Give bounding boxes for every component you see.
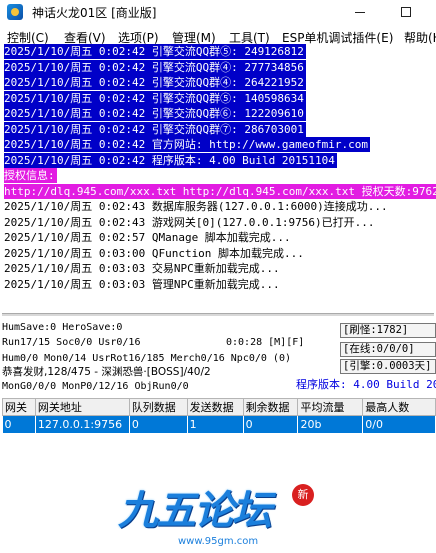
log-line: http://dlq.945.com/xxx.txt http://dlq.94… bbox=[4, 183, 436, 199]
watermark-logo-text: 九五论坛 bbox=[118, 488, 272, 534]
log-line: 2025/1/10/周五 0:03:03 管理NPC重新加载完成... bbox=[4, 277, 280, 291]
watermark-seal: 新 bbox=[292, 484, 314, 506]
refresh-count-box: [刷怪:1782] bbox=[340, 323, 436, 338]
status-mon: MonG0/0/0 MonP0/12/16 ObjRun0/0 bbox=[2, 381, 189, 392]
status-save: HumSave:0 HeroSave:0 bbox=[2, 322, 123, 333]
log-line: 2025/1/10/周五 0:02:42 引擎交流QQ群⑦: 286703001 bbox=[4, 121, 306, 137]
log-line: 2025/1/10/周五 0:02:42 引擎交流QQ群⑥: 122209610 bbox=[4, 106, 306, 121]
col-address[interactable]: 网关地址 bbox=[34, 398, 130, 416]
log-line: 2025/1/10/周五 0:02:42 引擎交流QQ群⑤: 249126812 bbox=[4, 44, 306, 59]
menu-bar: 控制(C) 查看(V) 选项(P) 管理(M) 工具(T) ESP单机调试插件(… bbox=[0, 26, 436, 46]
minimize-icon bbox=[355, 11, 365, 13]
log-line: 2025/1/10/周五 0:03:03 交易NPC重新加载完成... bbox=[4, 262, 280, 275]
cell-queue: 0 bbox=[129, 415, 188, 433]
log-panel[interactable]: 2025/1/10/周五 0:02:42 引擎交流QQ群⑤: 249126812… bbox=[2, 44, 436, 316]
watermark-url: www.95gm.com bbox=[178, 536, 259, 547]
title-bar[interactable]: 神话火龙01区 [商业版] bbox=[0, 0, 436, 24]
log-line: 2025/1/10/周五 0:02:43 数据库服务器(127.0.0.1:60… bbox=[4, 200, 388, 213]
col-gateway[interactable]: 网关 bbox=[2, 398, 36, 416]
cell-sent: 1 bbox=[187, 415, 244, 433]
log-line: 2025/1/10/周五 0:02:42 引擎交流QQ群⑤: 140598634 bbox=[4, 90, 306, 106]
log-line: 2025/1/10/周五 0:02:42 官方网站: http://www.ga… bbox=[4, 137, 371, 152]
program-version: 程序版本: 4.00 Build 201 bbox=[296, 378, 436, 391]
maximize-icon bbox=[401, 7, 411, 17]
cell-gateway: 0 bbox=[2, 415, 36, 433]
log-line: 2025/1/10/周五 0:02:43 游戏网关[0](127.0.0.1:9… bbox=[4, 215, 375, 229]
window-title: 神话火龙01区 [商业版] bbox=[32, 6, 157, 20]
log-line: 2025/1/10/周五 0:02:42 引擎交流QQ群④: 277734856 bbox=[4, 59, 306, 75]
splitter[interactable] bbox=[2, 313, 434, 316]
col-remaining[interactable]: 剩余数据 bbox=[242, 398, 299, 416]
cell-address: 127.0.0.1:9756 bbox=[35, 415, 130, 433]
log-line: 2025/1/10/周五 0:03:00 QFunction 脚本加载完成... bbox=[4, 246, 304, 260]
status-timer: 0:0:28 [M][F] bbox=[226, 337, 305, 348]
status-run: Run17/15 Soc0/0 Usr0/16 bbox=[2, 337, 141, 348]
log-line: 授权信息: bbox=[4, 168, 57, 183]
log-line: 2025/1/10/周五 0:02:42 程序版本: 4.00 Build 20… bbox=[4, 152, 337, 168]
col-max-users[interactable]: 最高人数 bbox=[362, 398, 436, 416]
gateway-table[interactable]: 网关 网关地址 队列数据 发送数据 剩余数据 平均流量 最高人数 0 127.0… bbox=[2, 398, 436, 478]
app-icon bbox=[7, 4, 23, 20]
col-queue[interactable]: 队列数据 bbox=[128, 398, 188, 416]
log-line: 2025/1/10/周五 0:02:42 引擎交流QQ群④: 264221952 bbox=[4, 75, 306, 90]
online-count-box: [在线:0/0/0] bbox=[340, 342, 436, 357]
cell-remaining: 0 bbox=[243, 415, 299, 433]
engine-days-box: [引擎:0.0003天] bbox=[340, 359, 436, 374]
minimize-button[interactable] bbox=[346, 2, 374, 22]
log-line: 2025/1/10/周五 0:02:57 QManage 脚本加载完成... bbox=[4, 231, 291, 244]
cell-max-users: 0/0 bbox=[362, 415, 436, 433]
status-boss: 恭喜发财,128/475 - 深渊恐兽·[BOSS]/40/2 bbox=[2, 366, 211, 378]
status-counts: Hum0/0 Mon0/14 UsrRot16/185 Merch0/16 Np… bbox=[2, 353, 291, 364]
col-sent[interactable]: 发送数据 bbox=[186, 398, 244, 416]
watermark-logo: 九五论坛 新 www.95gm.com bbox=[118, 478, 314, 553]
col-avg-traffic[interactable]: 平均流量 bbox=[297, 398, 364, 416]
table-row[interactable]: 0 127.0.0.1:9756 0 1 0 20b 0/0 bbox=[2, 415, 436, 433]
maximize-button[interactable] bbox=[392, 2, 420, 22]
cell-avg-traffic: 20b bbox=[297, 415, 364, 433]
status-panel: HumSave:0 HeroSave:0 Run17/15 Soc0/0 Usr… bbox=[0, 318, 436, 398]
